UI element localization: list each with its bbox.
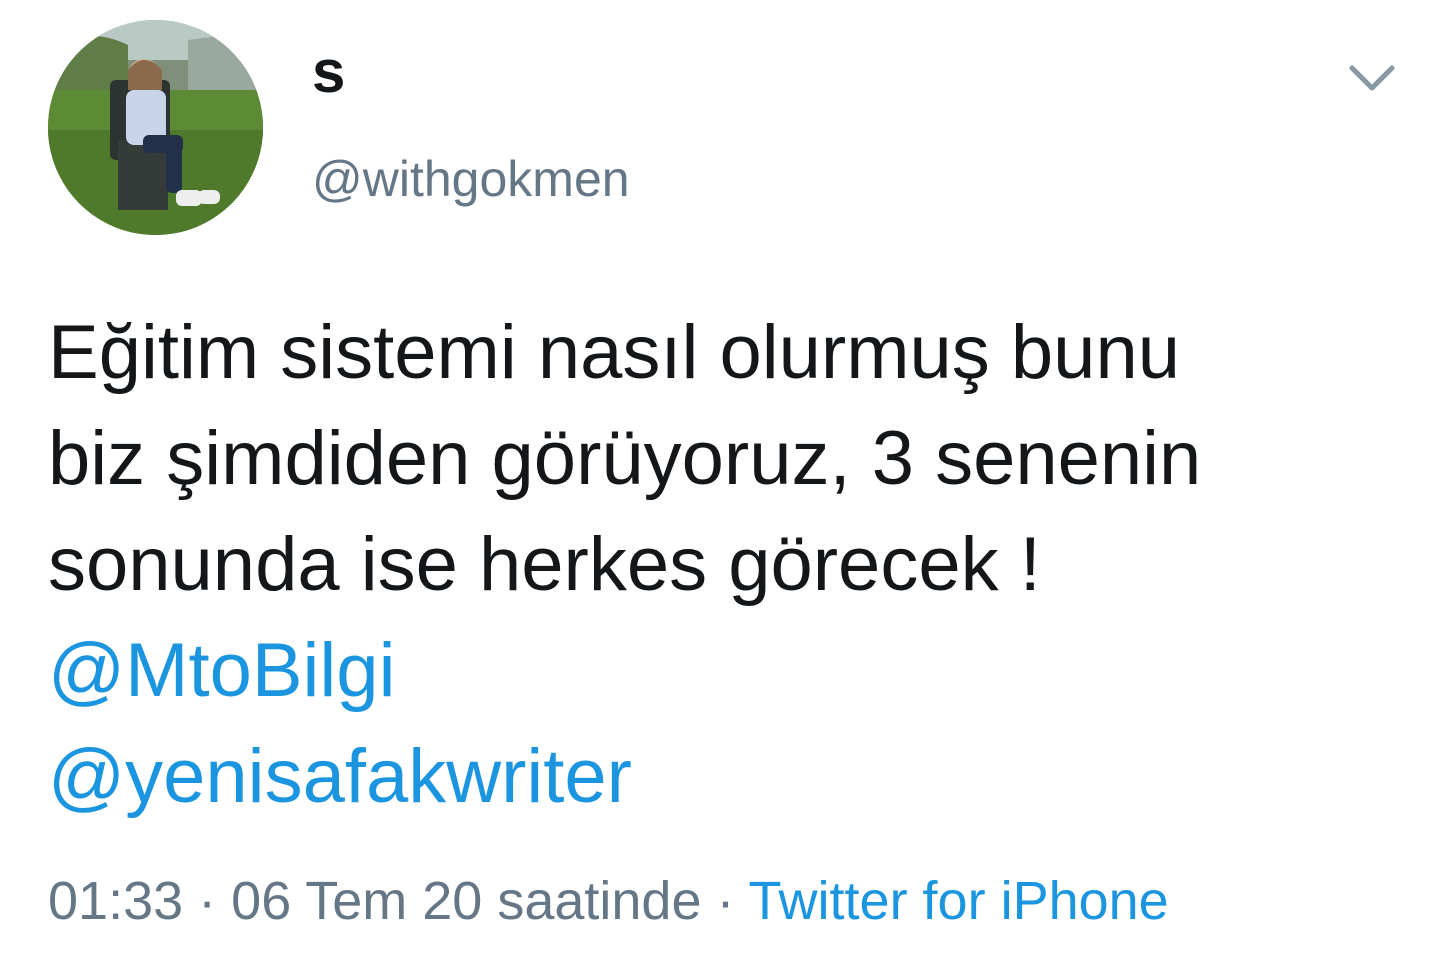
author-handle[interactable]: @withgokmen — [312, 154, 630, 204]
author-display-name[interactable]: s — [312, 42, 345, 102]
tweet-time: 01:33 — [48, 871, 184, 931]
tweet-date: 06 Tem 20 saatinde — [231, 871, 702, 931]
avatar[interactable] — [48, 20, 263, 235]
tweet-source-link[interactable]: Twitter for iPhone — [749, 871, 1169, 931]
tweet-card: s @withgokmen Eğitim sistemi nasıl olurm… — [0, 0, 1440, 959]
tweet-text-line: biz şimdiden görüyoruz, 3 senenin — [48, 416, 1202, 501]
tweet-text-line: sonunda ise herkes görecek ! — [48, 522, 1041, 607]
meta-separator: · — [716, 871, 735, 931]
mention-link-mtobilgi[interactable]: @MtoBilgi — [48, 618, 1418, 724]
profile-photo-icon — [48, 20, 263, 235]
chevron-down-icon[interactable] — [1346, 58, 1398, 98]
meta-separator: · — [198, 871, 217, 931]
tweet-text: Eğitim sistemi nasıl olurmuş bunu biz şi… — [48, 300, 1418, 830]
tweet-text-line: Eğitim sistemi nasıl olurmuş bunu — [48, 310, 1180, 395]
mention-link-yenisafakwriter[interactable]: @yenisafakwriter — [48, 724, 1418, 830]
tweet-meta: 01:33 · 06 Tem 20 saatinde · Twitter for… — [48, 871, 1169, 931]
